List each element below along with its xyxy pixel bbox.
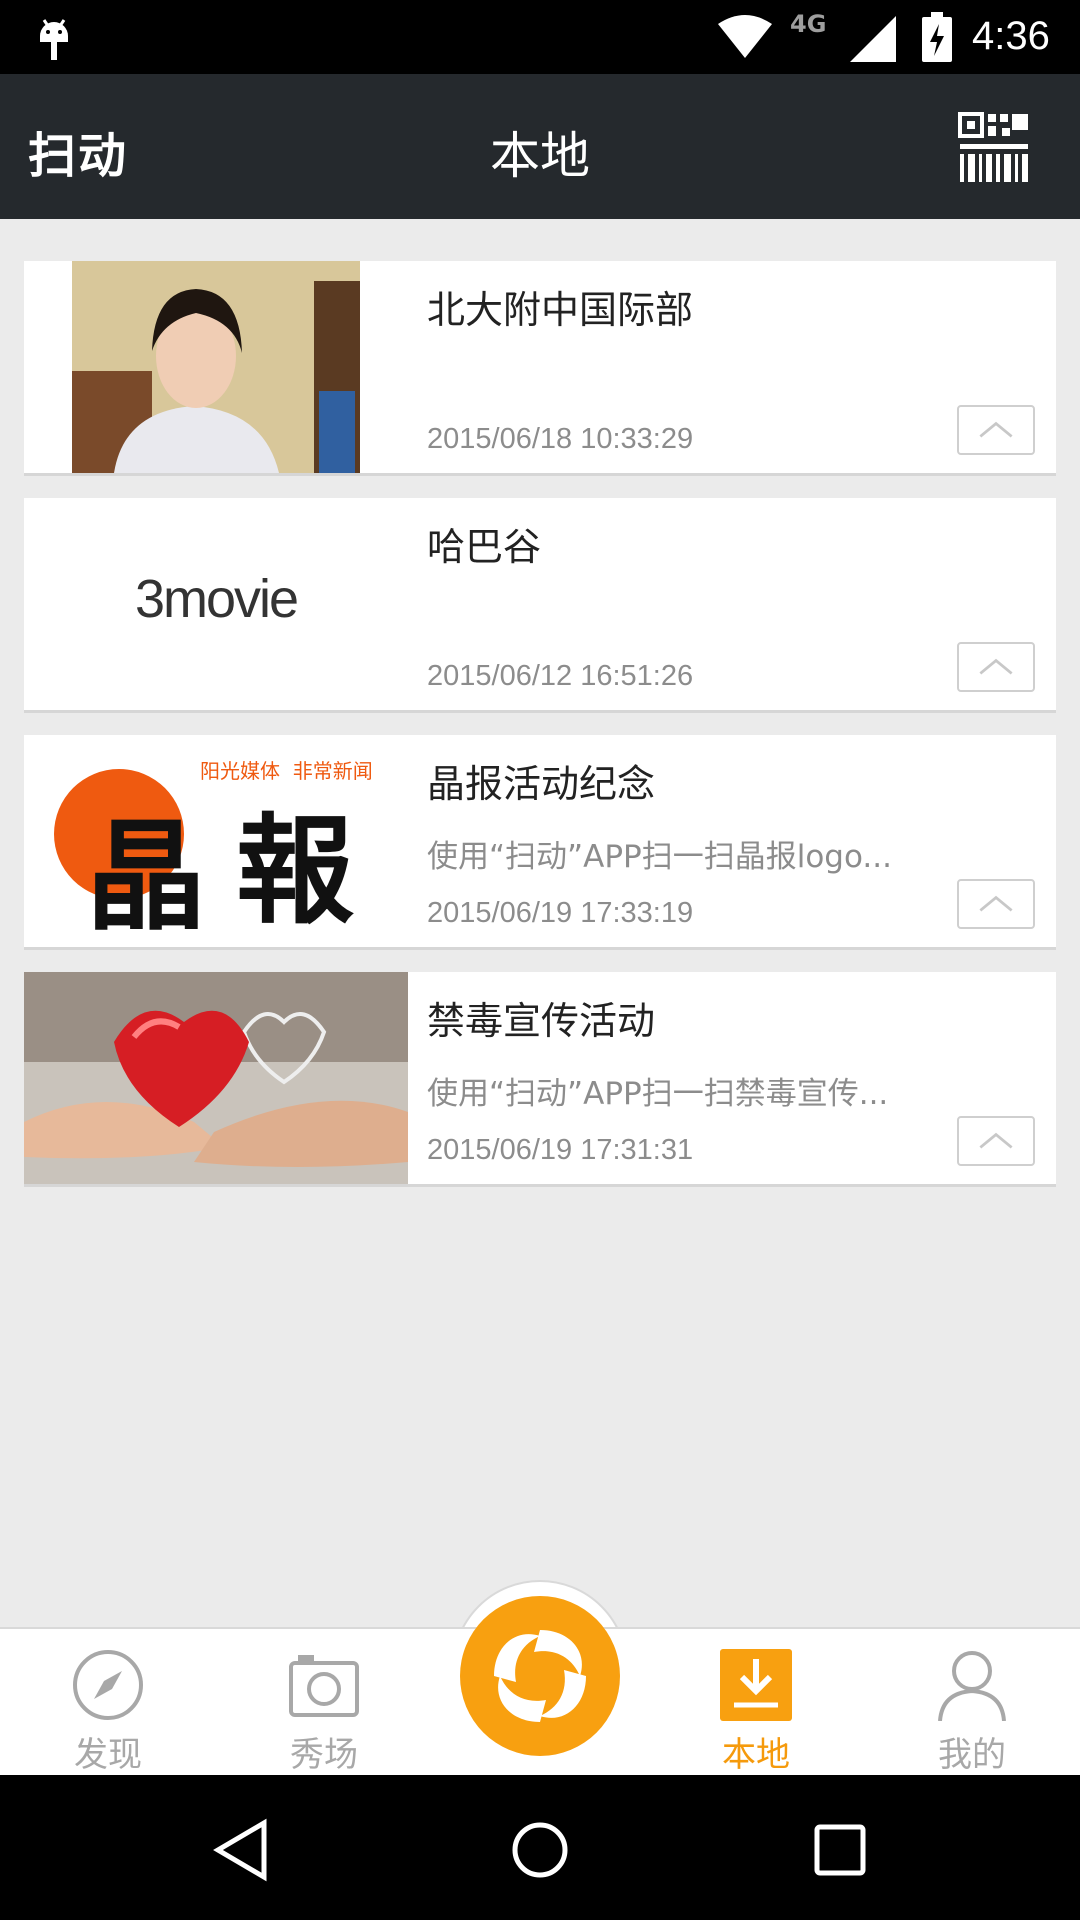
chevron-up-icon[interactable] — [957, 879, 1035, 929]
list-item[interactable]: 3movie 哈巴谷 2015/06/12 16:51:26 — [24, 498, 1056, 713]
list-item[interactable]: 阳光媒体 非常新闻 晶 報 晶报活动纪念 使用“扫动”APP扫一扫晶报logo.… — [24, 735, 1056, 950]
recents-icon[interactable] — [805, 1815, 875, 1885]
list-item[interactable]: 禁毒宣传活动 使用“扫动”APP扫一扫禁毒宣传... 2015/06/19 17… — [24, 972, 1056, 1187]
qr-barcode-icon[interactable] — [958, 112, 1030, 184]
status-bar: 4G 4:36 — [0, 0, 1080, 74]
thumbnail-logo-char-1: 晶 — [86, 808, 206, 947]
item-timestamp: 2015/06/19 17:31:31 — [427, 1134, 694, 1166]
item-thumbnail: 阳光媒体 非常新闻 晶 報 — [24, 735, 408, 947]
page-title: 本地 — [490, 127, 590, 185]
thumbnail-logo-char-2: 報 — [236, 802, 355, 940]
chevron-up-icon[interactable] — [957, 642, 1035, 692]
app-bar: 扫动 本地 — [0, 74, 1080, 219]
item-thumbnail — [24, 972, 408, 1184]
heart-hands-photo-icon — [24, 972, 408, 1184]
item-thumbnail — [24, 261, 408, 473]
list-item[interactable]: 北大附中国际部 2015/06/18 10:33:29 — [24, 261, 1056, 476]
item-title: 哈巴谷 — [427, 525, 542, 569]
camera-icon — [289, 1655, 359, 1717]
system-nav-bar — [0, 1775, 1080, 1920]
nav-discover[interactable]: 发现 — [28, 1629, 188, 1775]
scan-button[interactable] — [460, 1596, 620, 1756]
home-icon[interactable] — [505, 1815, 575, 1885]
wifi-icon — [718, 15, 772, 58]
download-icon — [720, 1649, 792, 1721]
item-timestamp: 2015/06/12 16:51:26 — [427, 660, 694, 692]
nav-mine[interactable]: 我的 — [892, 1629, 1052, 1775]
back-icon[interactable] — [206, 1815, 276, 1885]
nav-label: 发现 — [74, 1735, 142, 1775]
android-icon — [40, 19, 68, 60]
swirl-logo-icon — [494, 1630, 586, 1722]
item-timestamp: 2015/06/19 17:33:19 — [427, 897, 694, 929]
signal-icon — [850, 16, 896, 62]
item-timestamp: 2015/06/18 10:33:29 — [427, 423, 694, 455]
user-icon — [938, 1651, 1006, 1721]
thumbnail-logo-text: 3movie — [134, 569, 299, 629]
clock: 4:36 — [972, 14, 1050, 58]
compass-icon — [73, 1650, 143, 1720]
item-description: 使用“扫动”APP扫一扫晶报logo... — [427, 839, 892, 875]
item-thumbnail: 3movie — [24, 498, 408, 710]
chevron-up-icon[interactable] — [957, 405, 1035, 455]
local-list: 北大附中国际部 2015/06/18 10:33:29 3movie 哈巴谷 2… — [24, 261, 1056, 1209]
nav-label: 本地 — [722, 1735, 790, 1775]
portrait-photo-icon — [24, 261, 408, 473]
item-description: 使用“扫动”APP扫一扫禁毒宣传... — [427, 1076, 889, 1112]
item-title: 北大附中国际部 — [427, 288, 694, 332]
chevron-up-icon[interactable] — [957, 1116, 1035, 1166]
nav-showcase[interactable]: 秀场 — [244, 1629, 404, 1775]
nav-label: 我的 — [938, 1735, 1006, 1775]
item-title: 晶报活动纪念 — [427, 762, 656, 806]
item-title: 禁毒宣传活动 — [427, 999, 656, 1043]
network-type-label: 4G — [790, 10, 827, 38]
nav-label: 秀场 — [290, 1735, 358, 1775]
battery-icon — [922, 12, 952, 62]
nav-local[interactable]: 本地 — [676, 1629, 836, 1775]
